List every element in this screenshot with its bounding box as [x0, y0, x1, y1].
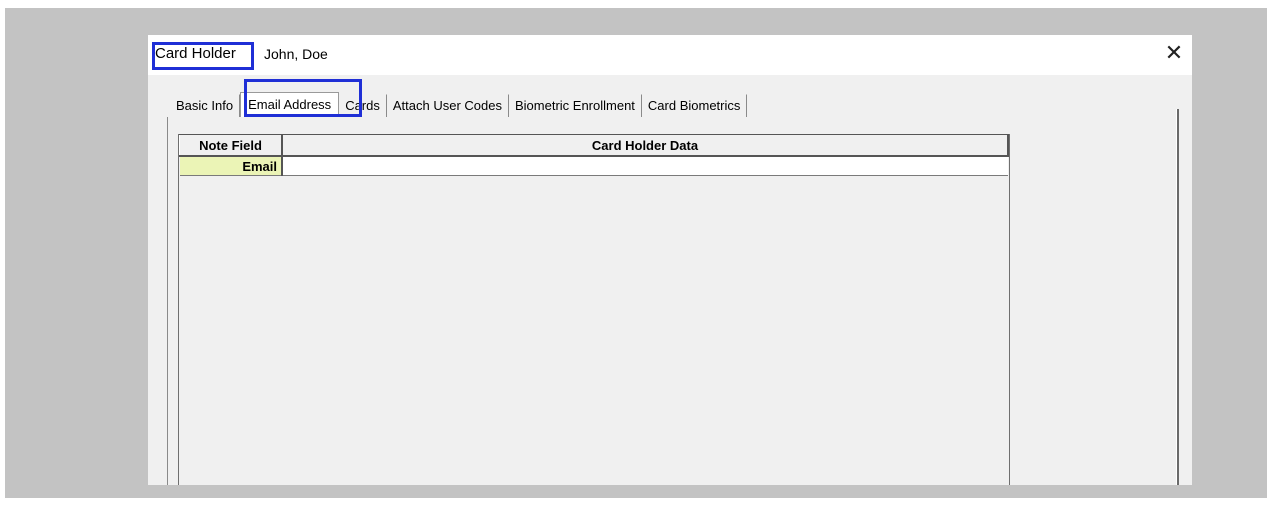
- table-row: Email: [179, 156, 1008, 176]
- notes-table: Note Field Card Holder Data Email: [179, 134, 1009, 176]
- table-header-row: Note Field Card Holder Data: [179, 134, 1009, 157]
- close-icon[interactable]: ✕: [1162, 41, 1186, 65]
- column-header-note-field[interactable]: Note Field: [179, 134, 283, 157]
- card-holder-window: Card Holder John, Doe ✕ Basic Info Email…: [148, 35, 1192, 485]
- window-content: Basic Info Email Address Cards Attach Us…: [148, 75, 1192, 485]
- card-holder-data-cell[interactable]: [282, 156, 1008, 176]
- column-header-card-holder-data[interactable]: Card Holder Data: [281, 134, 1009, 157]
- note-field-cell[interactable]: Email: [179, 156, 283, 176]
- tab-attach-user-codes[interactable]: Attach User Codes: [386, 94, 509, 117]
- panel-right-border: [1176, 109, 1179, 485]
- screenshot-frame: Card Holder John, Doe ✕ Basic Info Email…: [5, 8, 1267, 498]
- email-address-panel: Note Field Card Holder Data Email: [167, 117, 1184, 485]
- tab-biometric-enrollment[interactable]: Biometric Enrollment: [508, 94, 642, 117]
- tab-card-biometrics[interactable]: Card Biometrics: [641, 94, 748, 117]
- title-bar: Card Holder John, Doe ✕: [148, 35, 1192, 75]
- tab-highlight-box: [244, 79, 362, 117]
- card-holder-name: John, Doe: [264, 46, 328, 62]
- title-highlight-box: [152, 42, 254, 70]
- notes-grid: Note Field Card Holder Data Email: [178, 134, 1010, 485]
- tab-basic-info[interactable]: Basic Info: [170, 94, 241, 117]
